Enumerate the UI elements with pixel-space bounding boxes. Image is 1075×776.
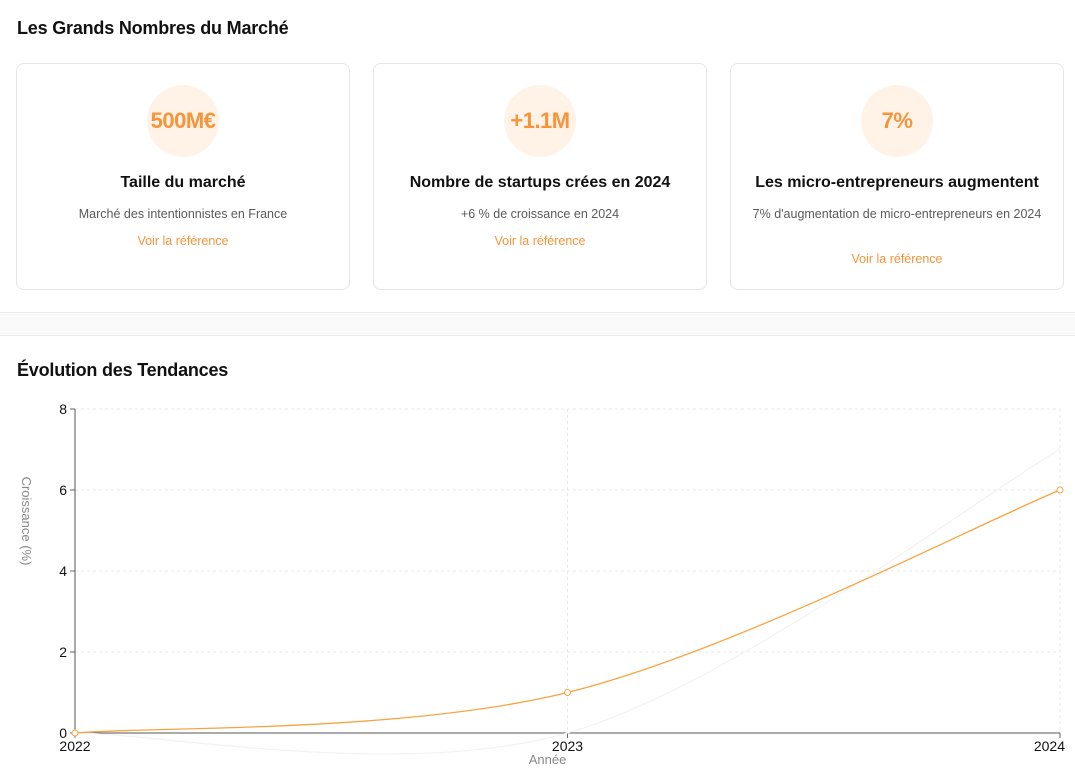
data-point bbox=[564, 689, 571, 696]
stat-title: Taille du marché bbox=[120, 174, 246, 191]
data-point bbox=[1056, 486, 1064, 494]
stat-circle: 500M€ bbox=[147, 85, 219, 157]
y-tick-label: 6 bbox=[59, 482, 67, 498]
stat-description: +6 % de croissance en 2024 bbox=[460, 207, 620, 221]
stat-card-market-size: 500M€ Taille du marché Marché des intent… bbox=[16, 63, 350, 290]
stats-cards: 500M€ Taille du marché Marché des intent… bbox=[16, 63, 1066, 292]
stat-value: +1.1M bbox=[510, 108, 570, 133]
y-tick-label: 2 bbox=[59, 644, 67, 660]
stat-circle: 7% bbox=[861, 85, 933, 157]
stat-title: Nombre de startups crées en 2024 bbox=[409, 174, 671, 191]
market-section-title: Les Grands Nombres du Marché bbox=[17, 18, 289, 38]
page: Les Grands Nombres du Marché 500M€ Taill… bbox=[0, 0, 1075, 776]
reference-link[interactable]: Voir la référence bbox=[741, 252, 1053, 266]
reference-link[interactable]: Voir la référence bbox=[384, 234, 696, 248]
stat-card-micro-entrepreneurs: 7% Les micro-entrepreneurs augmentent 7%… bbox=[730, 63, 1064, 290]
y-axis-label: Croissance (%) bbox=[19, 477, 34, 566]
stat-value: 7% bbox=[881, 108, 913, 133]
x-axis-label: Année bbox=[529, 752, 567, 767]
stat-circle: +1.1M bbox=[504, 85, 576, 157]
y-tick-label: 8 bbox=[59, 401, 67, 417]
trends-section-title: Évolution des Tendances bbox=[17, 360, 229, 380]
x-tick-label: 2022 bbox=[59, 738, 90, 754]
series-line bbox=[74, 489, 1061, 734]
data-point bbox=[71, 729, 79, 737]
stat-description: Marché des intentionnistes en France bbox=[78, 207, 288, 221]
x-tick-label: 2024 bbox=[1034, 738, 1065, 754]
reference-link[interactable]: Voir la référence bbox=[27, 234, 339, 248]
stat-title: Les micro-entrepreneurs augmentent bbox=[755, 174, 1039, 191]
stat-description: 7% d'augmentation de micro-entrepreneurs… bbox=[752, 207, 1042, 221]
trends-line-chart: 024682022 2023 2024AnnéeCroissance (%) bbox=[19, 401, 1065, 767]
y-tick-label: 4 bbox=[59, 563, 67, 579]
stat-value: 500M€ bbox=[150, 108, 216, 133]
stat-card-startups: +1.1M Nombre de startups crées en 2024 +… bbox=[373, 63, 707, 290]
section-divider bbox=[0, 312, 1075, 336]
